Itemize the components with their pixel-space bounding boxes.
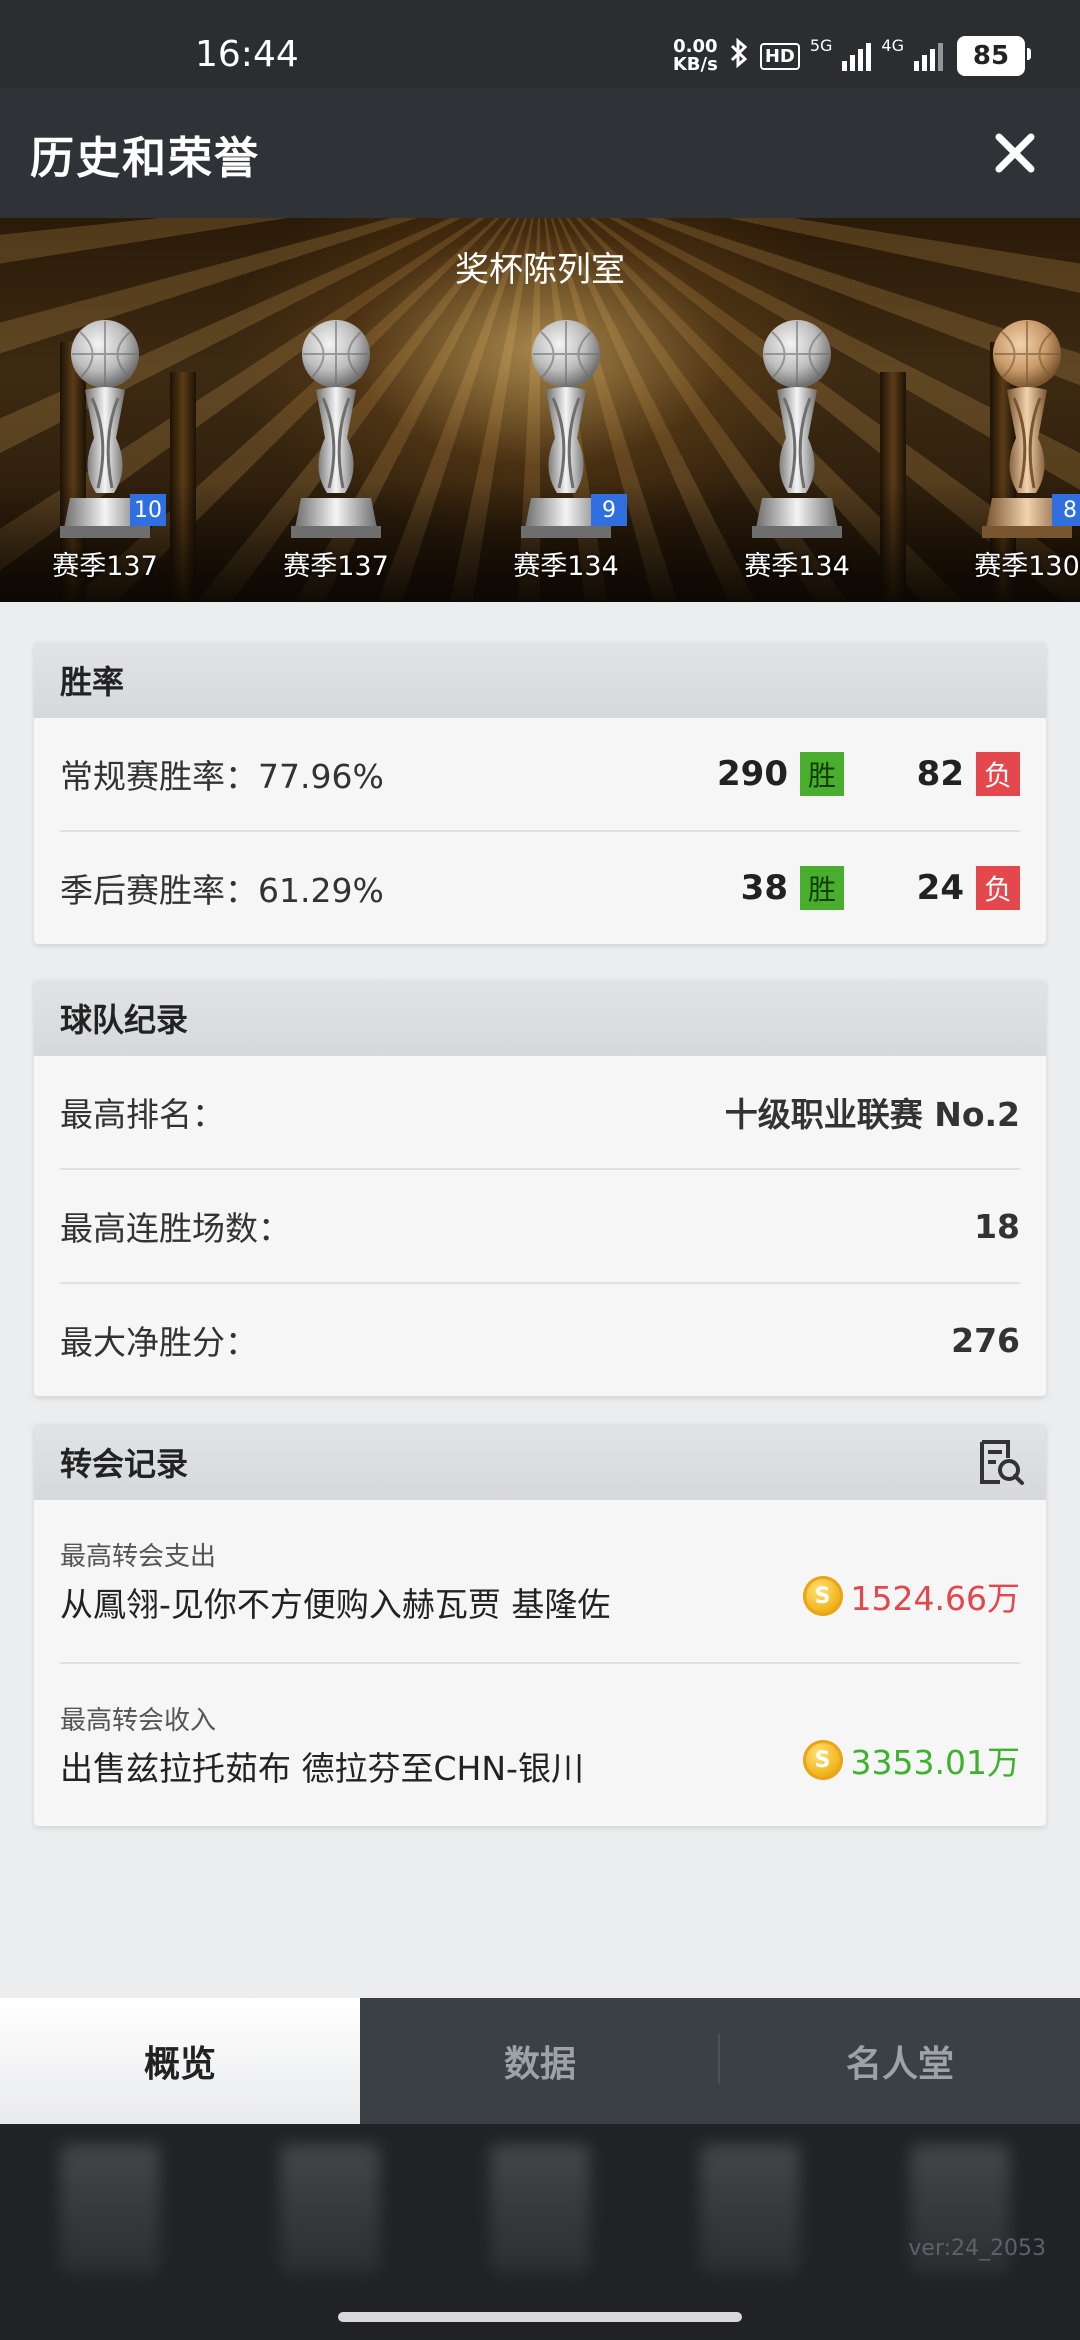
blurred-icon xyxy=(60,2144,160,2274)
loss-tag: 负 xyxy=(976,752,1020,796)
loss-tag: 负 xyxy=(976,866,1020,910)
regular-wins: 290 胜 xyxy=(717,752,844,796)
close-icon xyxy=(995,133,1035,173)
trophy-season-label: 赛季137 xyxy=(283,551,389,582)
transfer-row-spend: 最高转会支出 从鳳翎-见你不方便购入赫瓦贾 基隆佐 S 1524.66万 xyxy=(60,1500,1020,1664)
trophy-icon xyxy=(291,320,381,538)
trophy-season-label: 赛季137 xyxy=(52,551,158,582)
record-row-win-streak: 最高连胜场数： 18 xyxy=(60,1170,1020,1284)
hd-icon: HD xyxy=(759,42,800,70)
background-app-underlay: ver:24_2053 xyxy=(0,2124,1080,2340)
win-tag: 胜 xyxy=(800,866,844,910)
tab-hall-of-fame[interactable]: 名人堂 xyxy=(720,1998,1080,2124)
transfer-desc: 从鳳翎-见你不方便购入赫瓦贾 基隆佐 xyxy=(60,1585,611,1624)
page-title: 历史和荣誉 xyxy=(30,133,260,184)
trophy-room-banner: 奖杯陈列室 10 赛季137 赛季137 9 赛季134 赛季134 8 赛季130 xyxy=(0,218,1080,602)
amount-value: 1524.66万 xyxy=(850,1579,1020,1618)
team-record-card: 球队纪录 最高排名： 十级职业联赛 No.2 最高连胜场数： 18 最大净胜分：… xyxy=(34,980,1046,1396)
blurred-icon xyxy=(700,2144,800,2274)
tab-data[interactable]: 数据 xyxy=(360,1998,720,2124)
record-label: 最大净胜分： xyxy=(60,1323,258,1362)
header-bar: 历史和荣誉 xyxy=(0,88,1080,218)
trophy-season-label: 赛季130 xyxy=(974,551,1080,582)
battery-icon: 85 xyxy=(957,36,1031,76)
search-record-icon[interactable] xyxy=(976,1438,1026,1496)
signal-label-1: 5G xyxy=(809,36,833,55)
trophy-count-badge: 9 xyxy=(591,494,627,526)
tab-label: 概览 xyxy=(143,2044,216,2085)
win-rate-card: 胜率 常规赛胜率：77.96% 290 胜 82 负 季后赛胜率：61.29% … xyxy=(34,642,1046,944)
record-value: 276 xyxy=(951,1320,1020,1360)
team-record-title: 球队纪录 xyxy=(34,980,1046,1056)
trophy[interactable]: 8 xyxy=(972,318,1080,548)
trophy-season-label: 赛季134 xyxy=(744,551,850,582)
transfer-record-header: 转会记录 xyxy=(34,1424,1046,1500)
net-speed: 0.00 KB/s xyxy=(673,38,718,74)
signal-icon-2 xyxy=(914,41,943,71)
transfer-desc: 出售兹拉托茹布 德拉芬至CHN-银川 xyxy=(60,1749,584,1788)
trophy[interactable] xyxy=(281,318,391,548)
tab-label: 数据 xyxy=(503,2044,576,2085)
record-value: 十级职业联赛 No.2 xyxy=(724,1095,1020,1134)
trophy-count-badge: 8 xyxy=(1052,494,1080,526)
status-icons: 0.00 KB/s HD 5G 4G 85 xyxy=(673,36,1031,76)
trophy[interactable]: 10 xyxy=(50,318,166,548)
transfer-label: 最高转会收入 xyxy=(60,1706,217,1736)
wins-count: 290 xyxy=(717,754,788,794)
record-label: 最高排名： xyxy=(60,1095,225,1134)
transfer-row-earn: 最高转会收入 出售兹拉托茹布 德拉芬至CHN-银川 S 3353.01万 xyxy=(60,1664,1020,1826)
coin-icon: S xyxy=(802,1740,843,1780)
regular-season-label: 常规赛胜率：77.96% xyxy=(60,757,384,796)
status-time: 16:44 xyxy=(195,34,299,75)
losses-count: 82 xyxy=(916,754,964,794)
record-row-point-diff: 最大净胜分： 276 xyxy=(60,1284,1020,1396)
playoff-row: 季后赛胜率：61.29% 38 胜 24 负 xyxy=(60,832,1020,944)
tab-overview[interactable]: 概览 xyxy=(0,1998,360,2124)
wins-count: 38 xyxy=(740,868,788,908)
blurred-icon xyxy=(490,2144,590,2274)
coin-icon: S xyxy=(802,1576,843,1616)
status-bar: 16:44 0.00 KB/s HD 5G 4G 85 xyxy=(0,0,1080,88)
trophy[interactable] xyxy=(742,318,852,548)
playoff-wins: 38 胜 xyxy=(741,866,844,910)
losses-count: 24 xyxy=(916,868,964,908)
trophy-season-label: 赛季134 xyxy=(513,551,619,582)
home-indicator[interactable] xyxy=(338,2312,742,2322)
transfer-amount: S 1524.66万 xyxy=(802,1572,1020,1620)
bluetooth-icon xyxy=(728,37,750,75)
trophy-room-title: 奖杯陈列室 xyxy=(455,250,625,290)
playoff-label: 季后赛胜率：61.29% xyxy=(60,871,384,910)
win-tag: 胜 xyxy=(800,752,844,796)
transfer-amount: S 3353.01万 xyxy=(802,1736,1020,1784)
transfer-record-card: 转会记录 最高转会支出 从鳳翎-见你不方便购入赫瓦贾 基隆佐 S 1524.66… xyxy=(34,1424,1046,1826)
signal-label-2: 4G xyxy=(881,36,904,55)
trophy-count-badge: 10 xyxy=(130,494,166,526)
blurred-icon xyxy=(280,2144,380,2274)
regular-season-row: 常规赛胜率：77.96% 290 胜 82 负 xyxy=(60,718,1020,832)
trophy-icon xyxy=(752,320,842,538)
signal-icon xyxy=(842,41,872,71)
net-speed-unit: KB/s xyxy=(672,54,718,75)
transfer-record-title: 转会记录 xyxy=(60,1445,189,1483)
bottom-tab-bar: 概览 数据 名人堂 xyxy=(0,1998,1080,2124)
playoff-losses: 24 负 xyxy=(917,866,1020,910)
amount-value: 3353.01万 xyxy=(850,1743,1020,1782)
tab-label: 名人堂 xyxy=(845,2044,954,2085)
regular-losses: 82 负 xyxy=(917,752,1020,796)
trophy[interactable]: 9 xyxy=(511,318,627,548)
close-button[interactable] xyxy=(980,118,1050,188)
record-value: 18 xyxy=(974,1206,1020,1246)
transfer-label: 最高转会支出 xyxy=(60,1542,217,1572)
version-label: ver:24_2053 xyxy=(908,2236,1046,2261)
win-rate-title: 胜率 xyxy=(34,642,1046,718)
record-row-highest-rank: 最高排名： 十级职业联赛 No.2 xyxy=(60,1056,1020,1170)
record-label: 最高连胜场数： xyxy=(60,1209,291,1248)
